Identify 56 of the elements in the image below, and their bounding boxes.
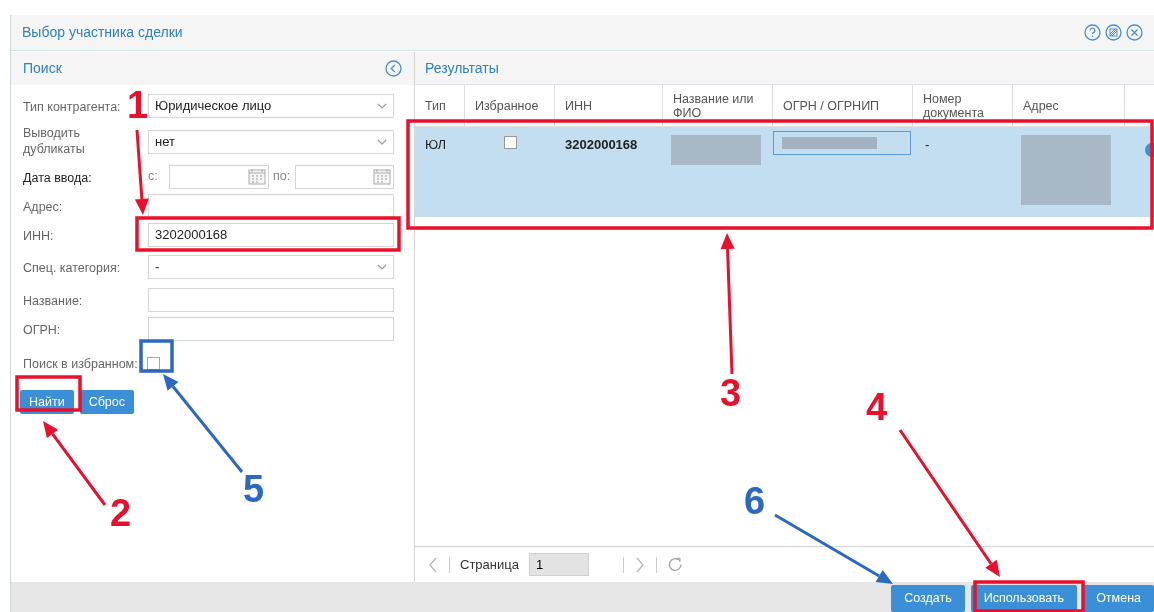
date-field[interactable] (295, 164, 394, 189)
column-header[interactable]: ОГРН / ОГРНИП (783, 98, 880, 113)
window-title: Выбор участника сделки (22, 23, 183, 42)
highlight-frame (139, 339, 174, 373)
field-label: Адрес: (23, 198, 63, 215)
collapse-icon[interactable] (385, 60, 402, 77)
annotation-number: 3 (720, 374, 742, 412)
text-field[interactable] (148, 316, 394, 341)
table-cell: - (925, 137, 930, 152)
calendar-icon[interactable] (373, 168, 391, 185)
chevron-down-icon (377, 264, 387, 270)
field-label: Спец. категория: (23, 260, 121, 276)
table-cell: 3202000168 (565, 137, 638, 152)
panel-title: Результаты (425, 58, 499, 78)
next-page-icon[interactable] (633, 555, 646, 574)
text-field[interactable] (148, 193, 394, 218)
field-label: Тип контрагента: (23, 99, 121, 115)
column-header[interactable]: Тип (425, 98, 446, 113)
column-header[interactable]: Название или ФИО (673, 91, 762, 120)
field-label: Дата ввода: (23, 169, 92, 186)
previous-page-icon[interactable] (427, 555, 439, 574)
annotation-number: 6 (744, 482, 766, 520)
field-label: Поиск в избранном: (23, 355, 138, 372)
window-mode-icon[interactable] (1105, 24, 1122, 41)
column-header[interactable]: Избранное (475, 98, 539, 113)
field-label: ИНН: (23, 227, 54, 244)
chevron-down-icon (377, 103, 387, 109)
highlight-frame (15, 375, 82, 412)
annotation-number: 5 (243, 470, 265, 508)
help-icon[interactable] (1084, 24, 1101, 41)
field-label: ОГРН: (23, 321, 61, 338)
text-field[interactable] (148, 287, 394, 312)
annotation-number: 2 (110, 494, 132, 532)
page-number-field[interactable]: 1 (528, 553, 589, 576)
annotation-number: 1 (127, 86, 149, 124)
chevron-down-icon (377, 139, 387, 145)
date-field[interactable] (169, 164, 269, 189)
table-cell: ЮЛ (425, 137, 447, 152)
text-field[interactable]: 3202000168 (148, 222, 394, 247)
calendar-icon[interactable] (248, 168, 266, 185)
refresh-icon[interactable] (666, 556, 684, 573)
field-label: по: (273, 168, 292, 186)
field-label: Выводить дубликаты (23, 124, 86, 157)
column-header[interactable]: ИНН (565, 98, 593, 113)
close-icon[interactable] (1126, 24, 1143, 41)
field-label: Название: (23, 292, 83, 309)
annotation-number: 4 (866, 388, 888, 426)
column-header[interactable]: Номер документа (923, 91, 1002, 120)
panel-title: Поиск (23, 59, 62, 78)
field-label: с: (148, 168, 159, 186)
dropdown[interactable]: нет (148, 130, 394, 154)
page-label: Страница (460, 555, 519, 574)
column-header[interactable]: Адрес (1023, 98, 1059, 113)
checkbox[interactable] (503, 136, 517, 149)
dropdown[interactable]: - (148, 255, 394, 279)
dropdown[interactable]: Юридическое лицо (148, 94, 394, 118)
